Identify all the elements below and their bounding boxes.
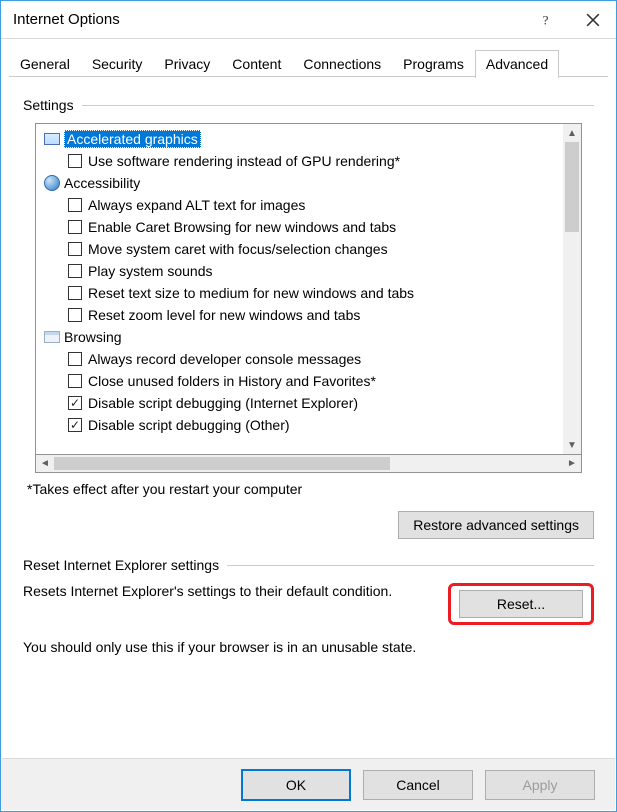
vertical-scrollbar[interactable]: ▲ ▼ (563, 124, 581, 454)
titlebar: Internet Options ? (1, 1, 616, 39)
tree-category-label: Accelerated graphics (64, 130, 201, 148)
tree-item-label: Close unused folders in History and Favo… (88, 373, 376, 389)
tree-checkbox-item[interactable]: Reset text size to medium for new window… (40, 282, 561, 304)
tree-item-label: Use software rendering instead of GPU re… (88, 153, 400, 169)
tree-category[interactable]: Accessibility (40, 172, 561, 194)
tab-content[interactable]: Content (221, 50, 292, 78)
tree-item-label: Reset text size to medium for new window… (88, 285, 414, 301)
window-title: Internet Options (13, 11, 524, 28)
tree-category-label: Browsing (64, 329, 122, 345)
settings-listbox-wrap: Accelerated graphics Use software renderi… (35, 123, 582, 473)
heading-divider (227, 565, 594, 566)
tree-checkbox-item[interactable]: Disable script debugging (Internet Explo… (40, 392, 561, 414)
scroll-up-icon[interactable]: ▲ (563, 124, 581, 142)
settings-tree[interactable]: Accelerated graphics Use software renderi… (36, 124, 563, 454)
tab-general[interactable]: General (9, 50, 81, 78)
reset-highlight-box: Reset... (448, 583, 594, 625)
tree-item-label: Move system caret with focus/selection c… (88, 241, 388, 257)
close-button[interactable] (570, 5, 616, 35)
checkbox[interactable] (68, 308, 82, 322)
reset-row: Resets Internet Explorer's settings to t… (23, 583, 594, 625)
help-icon: ? (540, 13, 554, 27)
tree-item-label: Reset zoom level for new windows and tab… (88, 307, 360, 323)
settings-heading: Settings (23, 97, 594, 113)
vscroll-track[interactable] (563, 142, 581, 436)
reset-heading-label: Reset Internet Explorer settings (23, 557, 227, 573)
tab-strip: General Security Privacy Content Connect… (1, 39, 616, 77)
tree-item-label: Disable script debugging (Other) (88, 417, 290, 433)
reset-warning: You should only use this if your browser… (23, 639, 594, 655)
horizontal-scrollbar[interactable]: ◄ ► (35, 455, 582, 473)
tree-item-label: Always expand ALT text for images (88, 197, 305, 213)
tree-checkbox-item[interactable]: Always expand ALT text for images (40, 194, 561, 216)
vscroll-thumb[interactable] (565, 142, 579, 232)
tree-checkbox-item[interactable]: Play system sounds (40, 260, 561, 282)
tab-advanced[interactable]: Advanced (475, 50, 559, 78)
checkbox[interactable] (68, 352, 82, 366)
tree-checkbox-item[interactable]: Move system caret with focus/selection c… (40, 238, 561, 260)
tree-item-label: Play system sounds (88, 263, 213, 279)
tree-item-label: Enable Caret Browsing for new windows an… (88, 219, 396, 235)
settings-listbox[interactable]: Accelerated graphics Use software renderi… (35, 123, 582, 455)
window-icon (44, 330, 60, 344)
settings-heading-label: Settings (23, 97, 82, 113)
checkbox[interactable] (68, 242, 82, 256)
restart-footnote: *Takes effect after you restart your com… (27, 481, 594, 497)
scroll-left-icon[interactable]: ◄ (36, 455, 54, 472)
reset-button[interactable]: Reset... (459, 590, 583, 618)
ok-button[interactable]: OK (241, 769, 351, 801)
reset-description: Resets Internet Explorer's settings to t… (23, 583, 434, 599)
tab-security[interactable]: Security (81, 50, 154, 78)
dialog-button-bar: OK Cancel Apply (2, 758, 615, 810)
tree-item-label: Disable script debugging (Internet Explo… (88, 395, 358, 411)
checkbox[interactable] (68, 286, 82, 300)
tab-programs[interactable]: Programs (392, 50, 475, 78)
close-icon (586, 13, 600, 27)
tree-item-label: Always record developer console messages (88, 351, 361, 367)
hscroll-thumb[interactable] (54, 457, 390, 470)
checkbox[interactable] (68, 418, 82, 432)
checkbox[interactable] (68, 154, 82, 168)
reset-heading: Reset Internet Explorer settings (23, 557, 594, 573)
checkbox[interactable] (68, 198, 82, 212)
tab-privacy[interactable]: Privacy (153, 50, 221, 78)
apply-button[interactable]: Apply (485, 770, 595, 800)
tree-checkbox-item[interactable]: Close unused folders in History and Favo… (40, 370, 561, 392)
tree-checkbox-item[interactable]: Disable script debugging (Other) (40, 414, 561, 436)
tab-connections[interactable]: Connections (292, 50, 392, 78)
tree-category-label: Accessibility (64, 175, 140, 191)
checkbox[interactable] (68, 374, 82, 388)
monitor-icon (44, 132, 60, 146)
globe-icon (44, 176, 60, 190)
help-button[interactable]: ? (524, 5, 570, 35)
svg-text:?: ? (543, 13, 549, 27)
checkbox[interactable] (68, 396, 82, 410)
scroll-right-icon[interactable]: ► (563, 455, 581, 472)
checkbox[interactable] (68, 264, 82, 278)
tree-checkbox-item[interactable]: Use software rendering instead of GPU re… (40, 150, 561, 172)
heading-divider (82, 105, 594, 106)
hscroll-track[interactable] (54, 455, 563, 472)
tree-category[interactable]: Accelerated graphics (40, 128, 561, 150)
scroll-down-icon[interactable]: ▼ (563, 436, 581, 454)
tree-category[interactable]: Browsing (40, 326, 561, 348)
advanced-pane: Settings Accelerated graphics Use softwar… (1, 77, 616, 665)
tree-checkbox-item[interactable]: Enable Caret Browsing for new windows an… (40, 216, 561, 238)
restore-advanced-button[interactable]: Restore advanced settings (398, 511, 594, 539)
tree-checkbox-item[interactable]: Reset zoom level for new windows and tab… (40, 304, 561, 326)
checkbox[interactable] (68, 220, 82, 234)
tree-checkbox-item[interactable]: Always record developer console messages (40, 348, 561, 370)
cancel-button[interactable]: Cancel (363, 770, 473, 800)
